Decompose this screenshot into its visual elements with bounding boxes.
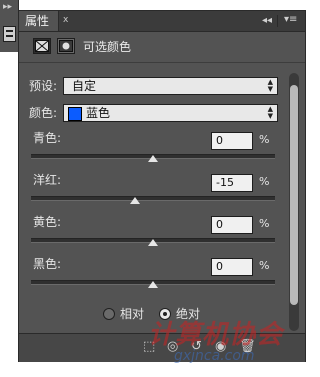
cyan-slider-thumb[interactable] [148, 155, 158, 162]
cyan-label: 青色: [33, 131, 62, 145]
properties-panel-icon[interactable] [3, 26, 16, 42]
panel-bottom-bar: ⬚ ◎ ↺ ◉ 🗑 [19, 333, 305, 362]
properties-panel: 属性 x ◂◂ ▾≡ 可选颜色 预设: 自定 ▲ ▼ 颜色: 蓝色 ▲ ▼ 青色… [18, 10, 306, 362]
relative-radio[interactable] [103, 308, 115, 320]
colors-label: 颜色: [29, 106, 58, 120]
yellow-input[interactable]: 0 [211, 216, 253, 234]
magenta-input[interactable]: -15 [211, 174, 253, 192]
black-percent: % [259, 259, 270, 272]
preset-value: 自定 [72, 79, 97, 93]
method-radio-group: 相对 绝对 [19, 307, 305, 323]
divider [19, 62, 305, 63]
panel-menu-icon[interactable]: ▾≡ [284, 13, 297, 27]
black-slider-thumb[interactable] [148, 281, 158, 288]
selective-color-icon [35, 40, 49, 52]
clip-to-layer-icon[interactable]: ⬚ [143, 340, 155, 354]
magenta-label: 洋红: [33, 173, 62, 187]
magenta-slider-track[interactable] [31, 196, 275, 201]
yellow-percent: % [259, 217, 270, 230]
mask-icon [59, 40, 73, 52]
colors-value: 蓝色 [86, 106, 111, 120]
visibility-eye-icon[interactable]: ◉ [215, 340, 226, 354]
preset-select[interactable]: 自定 ▲ ▼ [63, 77, 278, 95]
colors-select[interactable]: 蓝色 ▲ ▼ [63, 104, 278, 122]
select-arrows-icon: ▲ ▼ [267, 78, 273, 93]
scrollbar[interactable] [289, 73, 299, 331]
delete-trash-icon[interactable]: 🗑 [239, 340, 256, 354]
collapse-icon[interactable]: ◂◂ [262, 14, 272, 27]
black-label: 黑色: [33, 257, 62, 271]
panel-tab-bar: 属性 x ◂◂ ▾≡ [19, 11, 305, 32]
preset-label: 预设: [29, 79, 58, 93]
magenta-percent: % [259, 175, 270, 188]
adjustment-header: 可选颜色 [19, 32, 305, 62]
scrollbar-thumb[interactable] [290, 85, 298, 305]
adjustment-mode-button[interactable] [33, 38, 51, 54]
reset-icon[interactable]: ↺ [191, 340, 202, 354]
yellow-slider-thumb[interactable] [148, 239, 158, 246]
select-arrows-icon: ▲ ▼ [267, 105, 273, 120]
tool-strip: ▸▸ [0, 0, 19, 52]
cyan-percent: % [259, 133, 270, 146]
magenta-slider-thumb[interactable] [129, 197, 140, 204]
close-icon[interactable]: x [63, 14, 68, 27]
yellow-label: 黄色: [33, 215, 62, 229]
tab-properties[interactable]: 属性 [19, 11, 59, 31]
mask-mode-button[interactable] [57, 38, 75, 54]
black-input[interactable]: 0 [211, 258, 253, 276]
absolute-label: 绝对 [176, 307, 201, 321]
separator [277, 15, 278, 27]
panel-title: 可选颜色 [83, 40, 132, 54]
relative-label: 相对 [120, 307, 145, 321]
expand-icon[interactable]: ▸▸ [3, 3, 12, 12]
cyan-input[interactable]: 0 [211, 132, 253, 150]
color-swatch [68, 107, 82, 121]
view-previous-icon[interactable]: ◎ [167, 340, 178, 354]
absolute-radio[interactable] [159, 308, 171, 320]
